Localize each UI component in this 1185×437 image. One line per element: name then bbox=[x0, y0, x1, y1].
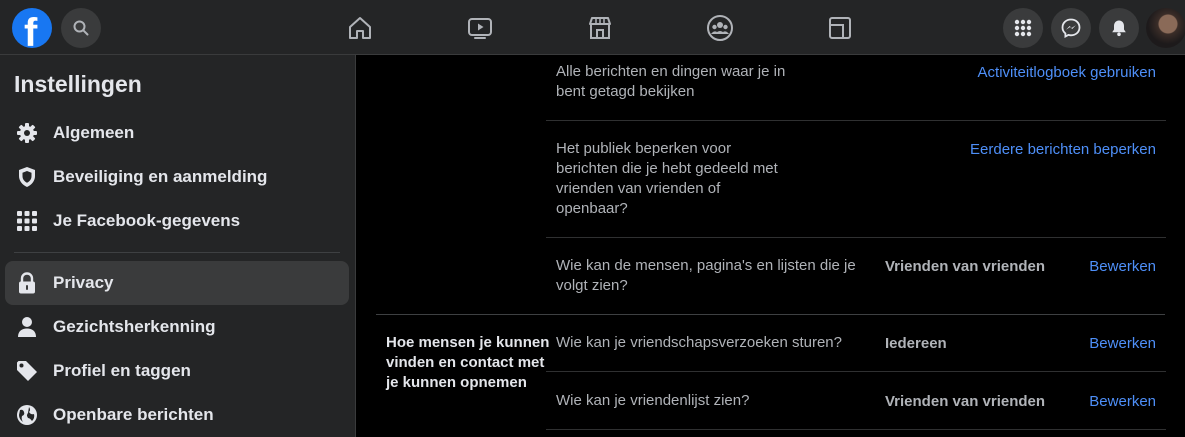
messenger-icon bbox=[1061, 18, 1081, 38]
sidebar-item-gezichtsherkenning[interactable]: Gezichtsherkenning bbox=[5, 305, 349, 349]
menu-grid-icon bbox=[1014, 19, 1032, 37]
top-navigation-bar: f bbox=[0, 0, 1185, 55]
limit-past-posts-link[interactable]: Eerdere berichten beperken bbox=[970, 141, 1156, 158]
groups-icon bbox=[707, 15, 733, 41]
sidebar-item-openbare-berichten[interactable]: Openbare berichten bbox=[5, 393, 349, 437]
sidebar-item-label: Je Facebook-gegevens bbox=[53, 211, 241, 230]
edit-link[interactable]: Bewerken bbox=[1089, 393, 1156, 410]
sidebar-item-privacy[interactable]: Privacy bbox=[5, 261, 349, 305]
settings-sidebar: Instellingen Algemeen Beveiliging en aan… bbox=[0, 55, 356, 437]
logo-letter: f bbox=[24, 11, 38, 48]
nav-home[interactable] bbox=[342, 10, 378, 46]
lock-icon bbox=[15, 271, 39, 295]
notifications-button[interactable] bbox=[1099, 8, 1139, 48]
setting-value: Vrienden van vrienden bbox=[885, 393, 1046, 410]
search-icon bbox=[73, 20, 89, 36]
sidebar-divider bbox=[14, 252, 340, 253]
sidebar-item-profiel-en-taggen[interactable]: Profiel en taggen bbox=[5, 349, 349, 393]
settings-row-limit-past-posts: Het publiek beperken voor berichten die … bbox=[546, 121, 1166, 238]
sidebar-item-label: Profiel en taggen bbox=[53, 361, 191, 380]
home-icon bbox=[349, 17, 371, 39]
sidebar-item-facebook-gegevens[interactable]: Je Facebook-gegevens bbox=[5, 199, 349, 243]
setting-question: Het publiek beperken voor berichten die … bbox=[556, 140, 778, 217]
gear-icon bbox=[15, 121, 39, 145]
setting-question: Alle berichten en dingen waar je in bent… bbox=[556, 63, 786, 100]
nav-gaming[interactable] bbox=[822, 10, 858, 46]
sidebar-title: Instellingen bbox=[14, 71, 142, 97]
activity-log-link[interactable]: Activiteitlogboek gebruiken bbox=[978, 64, 1156, 81]
globe-icon bbox=[15, 403, 39, 427]
notifications-icon bbox=[1112, 20, 1126, 37]
sidebar-item-label: Gezichtsherkenning bbox=[53, 317, 216, 336]
gaming-icon bbox=[829, 17, 851, 39]
setting-value: Iedereen bbox=[885, 335, 947, 352]
edit-link[interactable]: Bewerken bbox=[1089, 335, 1156, 352]
marketplace-icon bbox=[589, 17, 611, 39]
setting-question: Wie kan je vriendschapsverzoeken sturen? bbox=[556, 334, 842, 351]
nav-marketplace[interactable] bbox=[582, 10, 618, 46]
facebook-logo-icon[interactable]: f bbox=[12, 8, 52, 48]
settings-row-activity-log: Alle berichten en dingen waar je in bent… bbox=[546, 55, 1166, 121]
nav-watch[interactable] bbox=[462, 10, 498, 46]
profile-avatar[interactable] bbox=[1146, 8, 1185, 48]
sidebar-item-algemeen[interactable]: Algemeen bbox=[5, 111, 349, 155]
setting-value: Vrienden van vrienden bbox=[885, 258, 1046, 275]
sidebar-item-label: Privacy bbox=[53, 273, 114, 292]
messenger-button[interactable] bbox=[1051, 8, 1091, 48]
privacy-settings-panel: Alle berichten en dingen waar je in bent… bbox=[357, 55, 1185, 437]
settings-row-friend-requests: Wie kan je vriendschapsverzoeken sturen?… bbox=[546, 315, 1166, 372]
sidebar-item-beveiliging[interactable]: Beveiliging en aanmelding bbox=[5, 155, 349, 199]
setting-question: Wie kan je vriendenlijst zien? bbox=[556, 392, 750, 409]
shield-icon bbox=[15, 165, 39, 189]
settings-row-friend-list: Wie kan je vriendenlijst zien? Vrienden … bbox=[546, 372, 1166, 430]
sidebar-item-label: Beveiliging en aanmelding bbox=[53, 167, 268, 186]
watch-icon bbox=[468, 18, 492, 39]
setting-question: Wie kan de mensen, pagina's en lijsten d… bbox=[556, 257, 856, 294]
person-icon bbox=[15, 315, 39, 339]
tag-icon bbox=[15, 359, 39, 383]
edit-link[interactable]: Bewerken bbox=[1089, 258, 1156, 275]
settings-row-following-visibility: Wie kan de mensen, pagina's en lijsten d… bbox=[546, 238, 1166, 314]
search-button[interactable] bbox=[61, 8, 101, 48]
sidebar-item-label: Algemeen bbox=[53, 123, 135, 142]
grid-icon bbox=[15, 209, 39, 233]
section-title: Hoe mensen je kunnen vinden en contact m… bbox=[386, 334, 550, 391]
menu-button[interactable] bbox=[1003, 8, 1043, 48]
sidebar-item-label: Openbare berichten bbox=[53, 405, 214, 424]
nav-groups[interactable] bbox=[702, 10, 738, 46]
